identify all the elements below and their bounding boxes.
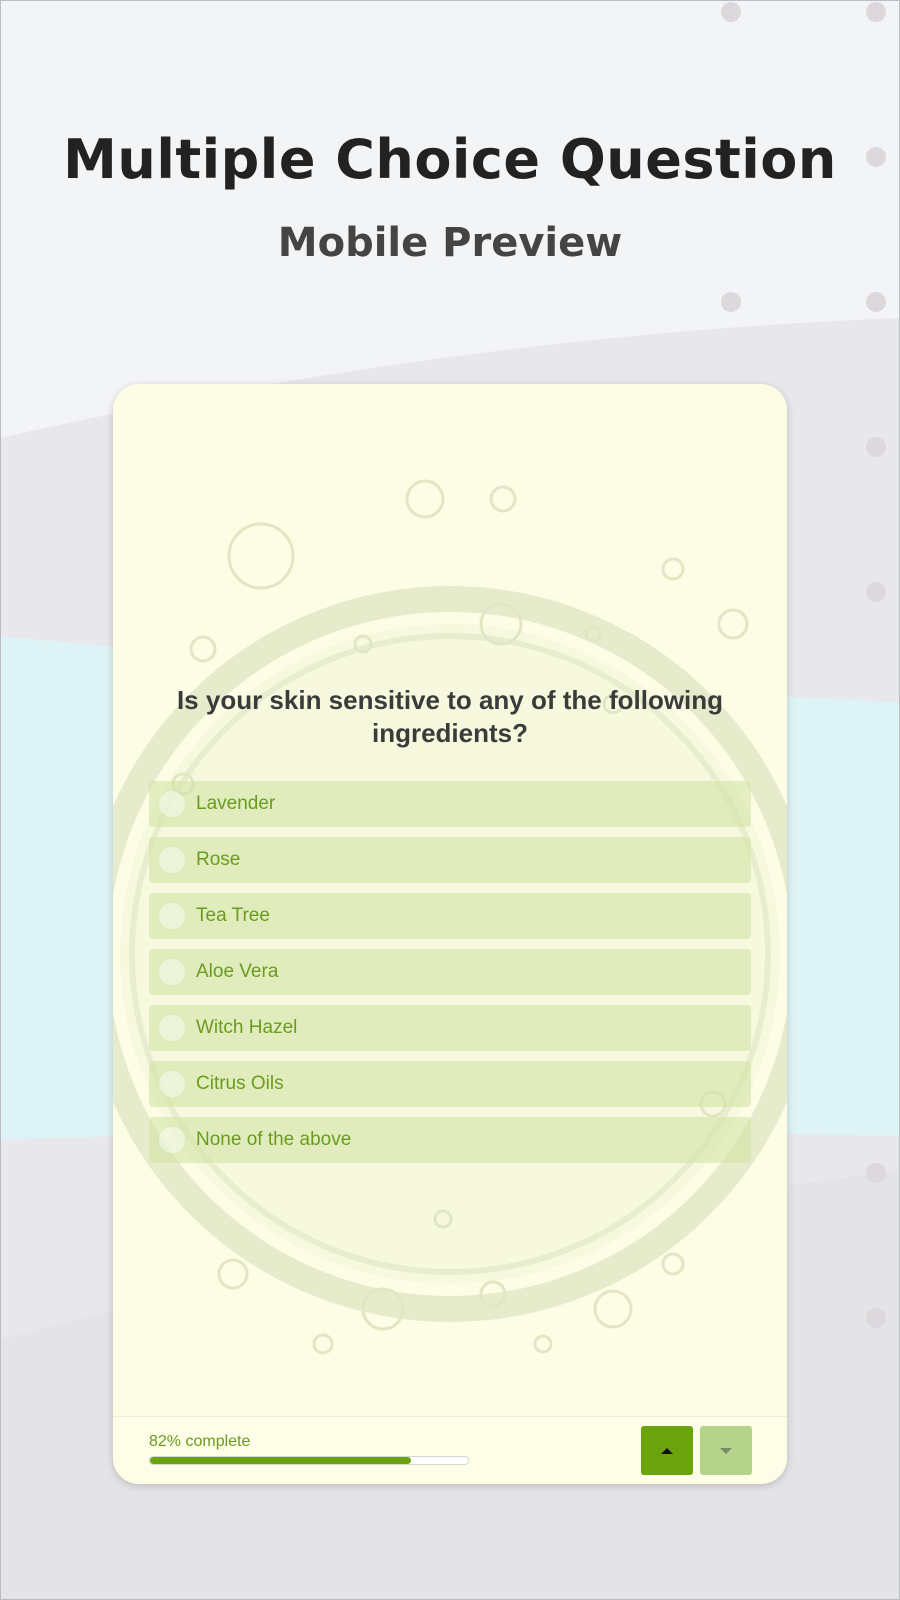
option-label: Rose — [196, 849, 241, 870]
radio-circle-icon[interactable] — [159, 959, 185, 985]
progress-bar-fill — [150, 1457, 411, 1464]
radio-circle-icon[interactable] — [159, 1071, 185, 1097]
mobile-preview-card: Is your skin sensitive to any of the fol… — [113, 384, 787, 1484]
triangle-down-icon — [720, 1447, 732, 1454]
radio-circle-icon[interactable] — [159, 847, 185, 873]
progress-label: 82% complete — [149, 1433, 251, 1450]
radio-circle-icon[interactable] — [159, 1015, 185, 1041]
page-title: Multiple Choice Question — [63, 128, 837, 191]
triangle-up-icon — [661, 1447, 673, 1454]
option-label: Lavender — [196, 793, 276, 814]
option-aloe-vera[interactable]: Aloe Vera — [149, 949, 751, 995]
option-citrus-oils[interactable]: Citrus Oils — [149, 1061, 751, 1107]
radio-circle-icon[interactable] — [159, 791, 185, 817]
next-question-button[interactable] — [700, 1426, 752, 1475]
question-text: Is your skin sensitive to any of the fol… — [176, 685, 724, 748]
option-tea-tree[interactable]: Tea Tree — [149, 893, 751, 939]
radio-circle-icon[interactable] — [159, 1127, 185, 1153]
option-none-of-the-above[interactable]: None of the above — [149, 1117, 751, 1163]
option-rose[interactable]: Rose — [149, 837, 751, 883]
previous-question-button[interactable] — [641, 1426, 693, 1475]
answer-options: Lavender Rose Tea Tree Aloe Vera Witch H… — [149, 781, 751, 1173]
page-subtitle: Mobile Preview — [277, 220, 623, 266]
option-label: Tea Tree — [196, 905, 270, 926]
progress-bar — [149, 1456, 469, 1465]
option-label: Aloe Vera — [196, 961, 279, 982]
option-witch-hazel[interactable]: Witch Hazel — [149, 1005, 751, 1051]
option-label: Citrus Oils — [196, 1073, 284, 1094]
option-label: Witch Hazel — [196, 1017, 298, 1038]
option-lavender[interactable]: Lavender — [149, 781, 751, 827]
radio-circle-icon[interactable] — [159, 903, 185, 929]
option-label: None of the above — [196, 1129, 352, 1150]
survey-footer: 82% complete — [113, 1416, 787, 1484]
